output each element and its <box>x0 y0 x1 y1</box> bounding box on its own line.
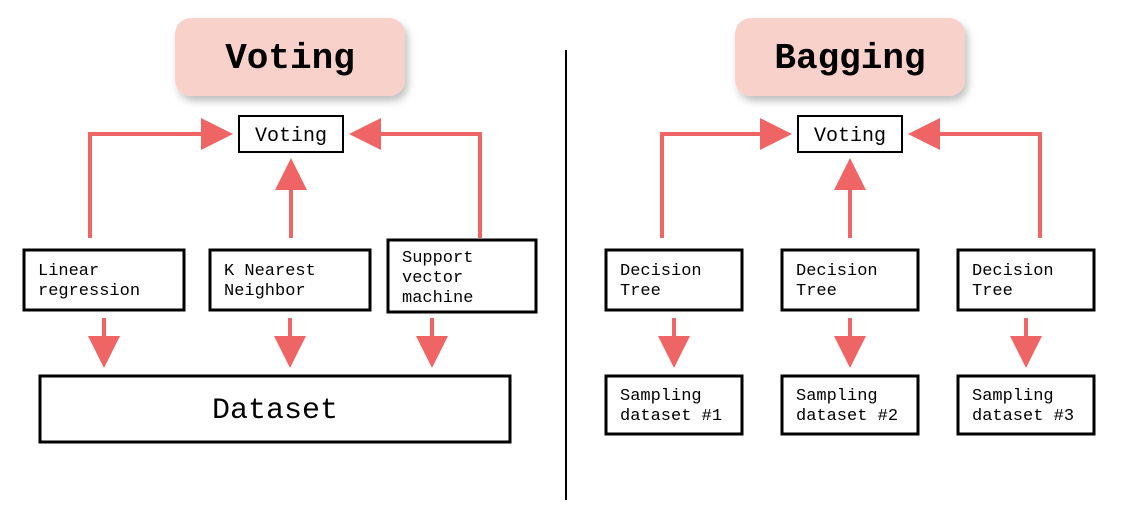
model-knn: K NearestNeighbor <box>210 250 370 310</box>
arrow-left-to-voting <box>90 134 225 238</box>
model-decision-tree-2: DecisionTree <box>782 250 918 310</box>
svg-text:Supportvectormachine: Supportvectormachine <box>402 249 473 308</box>
arrow-dt3-to-voting <box>916 134 1040 238</box>
voting-panel: Voting Voting Linearregression K Nearest… <box>24 18 536 442</box>
diagram-canvas: Voting Voting Linearregression K Nearest… <box>0 0 1131 513</box>
arrow-dt1-to-voting <box>662 134 784 238</box>
voting-title: Voting <box>225 38 355 79</box>
model-decision-tree-1: DecisionTree <box>606 250 742 310</box>
voting-aggregator-label: Voting <box>255 125 327 148</box>
model-decision-tree-3: DecisionTree <box>958 250 1094 310</box>
sampling-dataset-1: Samplingdataset #1 <box>606 376 742 434</box>
dataset-label: Dataset <box>212 394 338 428</box>
model-svm: Supportvectormachine <box>388 240 536 312</box>
bagging-panel: Bagging Voting DecisionTree DecisionTree… <box>606 18 1094 434</box>
model-linear-regression: Linearregression <box>24 250 184 310</box>
svg-text:K NearestNeighbor: K NearestNeighbor <box>224 262 316 301</box>
bagging-title: Bagging <box>774 38 925 79</box>
sampling-dataset-3: Samplingdataset #3 <box>958 376 1094 434</box>
bagging-aggregator-label: Voting <box>814 125 886 148</box>
sampling-dataset-2: Samplingdataset #2 <box>782 376 918 434</box>
arrow-right-to-voting <box>357 134 480 238</box>
